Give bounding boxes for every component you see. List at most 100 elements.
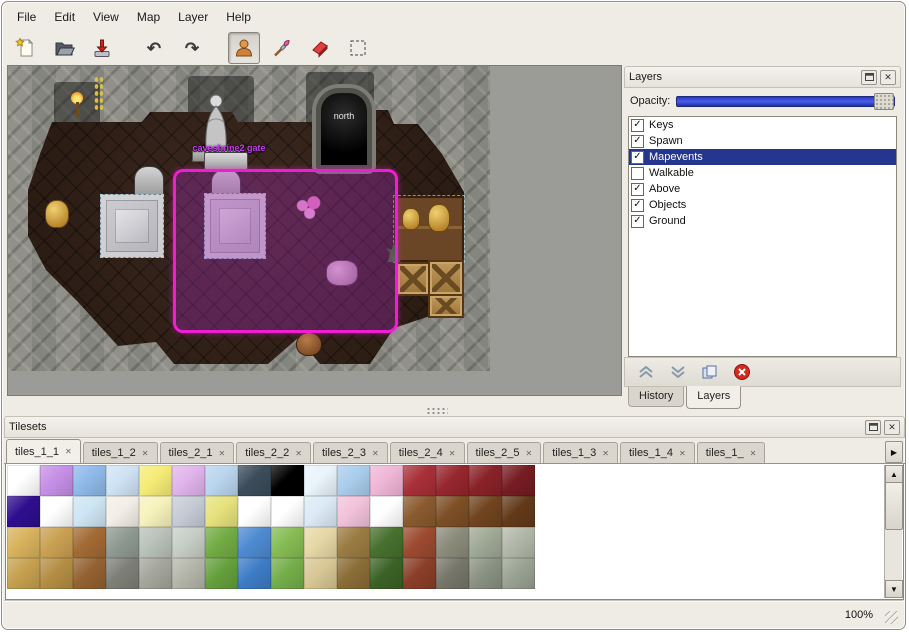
tileset-tile[interactable]	[403, 496, 436, 527]
close-tab-icon[interactable]: ✕	[372, 449, 379, 458]
layer-row-mapevents[interactable]: ✓Mapevents	[629, 149, 896, 165]
tileset-tile[interactable]	[139, 496, 172, 527]
layer-row-spawn[interactable]: ✓Spawn	[629, 133, 896, 149]
close-tab-icon[interactable]: ✕	[750, 449, 757, 458]
tileset-tile[interactable]	[205, 558, 238, 589]
tileset-tile[interactable]	[469, 465, 502, 496]
tileset-tile[interactable]	[7, 496, 40, 527]
tileset-tile[interactable]	[238, 558, 271, 589]
tileset-tile[interactable]	[205, 465, 238, 496]
tileset-tile[interactable]	[271, 558, 304, 589]
close-panel-button[interactable]: ✕	[880, 70, 896, 85]
map-canvas[interactable]: north caveshrine2 gate	[8, 66, 490, 371]
close-tab-icon[interactable]: ✕	[679, 449, 686, 458]
layer-checkbox-spawn[interactable]: ✓	[631, 135, 644, 148]
tileset-tile[interactable]	[106, 558, 139, 589]
opacity-slider-handle[interactable]	[874, 93, 894, 110]
tileset-tile[interactable]	[337, 496, 370, 527]
tileset-tile[interactable]	[337, 465, 370, 496]
tileset-tile[interactable]	[40, 496, 73, 527]
close-tilesets-button[interactable]: ✕	[884, 420, 900, 435]
scrollbar-thumb[interactable]	[885, 482, 903, 530]
menu-item-edit[interactable]: Edit	[45, 7, 84, 27]
tileset-tile[interactable]	[139, 465, 172, 496]
tileset-tile[interactable]	[139, 527, 172, 558]
tileset-tile[interactable]	[304, 558, 337, 589]
layer-checkbox-objects[interactable]: ✓	[631, 199, 644, 212]
tileset-tile[interactable]	[271, 527, 304, 558]
tileset-tile[interactable]	[271, 496, 304, 527]
tileset-tab-tiles_1_3[interactable]: tiles_1_3✕	[543, 442, 618, 463]
tileset-tile[interactable]	[205, 496, 238, 527]
tileset-tile[interactable]	[40, 465, 73, 496]
layer-checkbox-mapevents[interactable]: ✓	[631, 151, 644, 164]
tileset-tile[interactable]	[238, 465, 271, 496]
redo-button[interactable]: ↷	[176, 32, 208, 64]
tileset-tab-tiles_2_3[interactable]: tiles_2_3✕	[313, 442, 388, 463]
tileset-tile[interactable]	[436, 496, 469, 527]
close-tab-icon[interactable]: ✕	[526, 449, 533, 458]
tileset-tile[interactable]	[172, 527, 205, 558]
tileset-tab-tiles_2_1[interactable]: tiles_2_1✕	[160, 442, 235, 463]
tileset-tab-tiles_2_2[interactable]: tiles_2_2✕	[236, 442, 311, 463]
map-selection-rect[interactable]	[173, 169, 398, 333]
tileset-tile[interactable]	[7, 558, 40, 589]
tileset-tile[interactable]	[469, 496, 502, 527]
layer-row-objects[interactable]: ✓Objects	[629, 197, 896, 213]
tileset-tile[interactable]	[403, 465, 436, 496]
tileset-tile[interactable]	[106, 465, 139, 496]
tileset-tile[interactable]	[73, 527, 106, 558]
tileset-tile[interactable]	[7, 527, 40, 558]
close-tab-icon[interactable]: ✕	[449, 449, 456, 458]
select-tool-button[interactable]	[342, 32, 374, 64]
new-button[interactable]	[10, 32, 42, 64]
tileset-tile[interactable]	[370, 496, 403, 527]
close-tab-icon[interactable]: ✕	[602, 449, 609, 458]
tileset-tile[interactable]	[370, 527, 403, 558]
tileset-tile[interactable]	[469, 527, 502, 558]
duplicate-layer-button[interactable]	[699, 362, 721, 382]
tileset-tile[interactable]	[304, 465, 337, 496]
tileset-scrollbar[interactable]: ▲ ▼	[884, 465, 902, 598]
tileset-tile[interactable]	[172, 558, 205, 589]
tileset-tile[interactable]	[502, 558, 535, 589]
tileset-tab-tiles_2_5[interactable]: tiles_2_5✕	[467, 442, 542, 463]
scroll-up-button[interactable]: ▲	[885, 465, 903, 483]
menu-item-file[interactable]: File	[8, 7, 45, 27]
float-panel-button[interactable]	[861, 70, 877, 85]
tileset-tile[interactable]	[436, 558, 469, 589]
horizontal-splitter-grip[interactable]	[426, 407, 448, 416]
close-tab-icon[interactable]: ✕	[142, 449, 149, 458]
tileset-tab-tiles_1_[interactable]: tiles_1_✕	[697, 442, 766, 463]
tileset-tab-tiles_2_4[interactable]: tiles_2_4✕	[390, 442, 465, 463]
tileset-tile[interactable]	[7, 465, 40, 496]
layer-checkbox-above[interactable]: ✓	[631, 183, 644, 196]
close-tab-icon[interactable]: ✕	[219, 449, 226, 458]
layer-row-keys[interactable]: ✓Keys	[629, 117, 896, 133]
eraser-tool-button[interactable]	[304, 32, 336, 64]
menu-item-view[interactable]: View	[84, 7, 128, 27]
tileset-tile[interactable]	[469, 558, 502, 589]
resize-grip[interactable]	[885, 611, 898, 624]
tileset-tab-tiles_1_2[interactable]: tiles_1_2✕	[83, 442, 158, 463]
opacity-slider[interactable]	[676, 96, 895, 107]
menu-item-help[interactable]: Help	[217, 7, 260, 27]
raise-layer-button[interactable]	[635, 362, 657, 382]
tileset-tile[interactable]	[337, 527, 370, 558]
panel-tab-history[interactable]: History	[628, 387, 684, 407]
tileset-tile[interactable]	[106, 496, 139, 527]
lower-layer-button[interactable]	[667, 362, 689, 382]
tileset-tile[interactable]	[304, 496, 337, 527]
tileset-tile[interactable]	[172, 496, 205, 527]
tileset-tile[interactable]	[73, 465, 106, 496]
layer-checkbox-ground[interactable]: ✓	[631, 215, 644, 228]
tileset-tile[interactable]	[106, 527, 139, 558]
scroll-down-button[interactable]: ▼	[885, 580, 903, 598]
tileset-tile[interactable]	[73, 496, 106, 527]
tileset-tile[interactable]	[502, 465, 535, 496]
tileset-tab-tiles_1_1[interactable]: tiles_1_1✕	[6, 439, 81, 464]
tileset-tile[interactable]	[502, 496, 535, 527]
tileset-tile[interactable]	[403, 558, 436, 589]
open-button[interactable]	[48, 32, 80, 64]
brush-tool-button[interactable]	[266, 32, 298, 64]
